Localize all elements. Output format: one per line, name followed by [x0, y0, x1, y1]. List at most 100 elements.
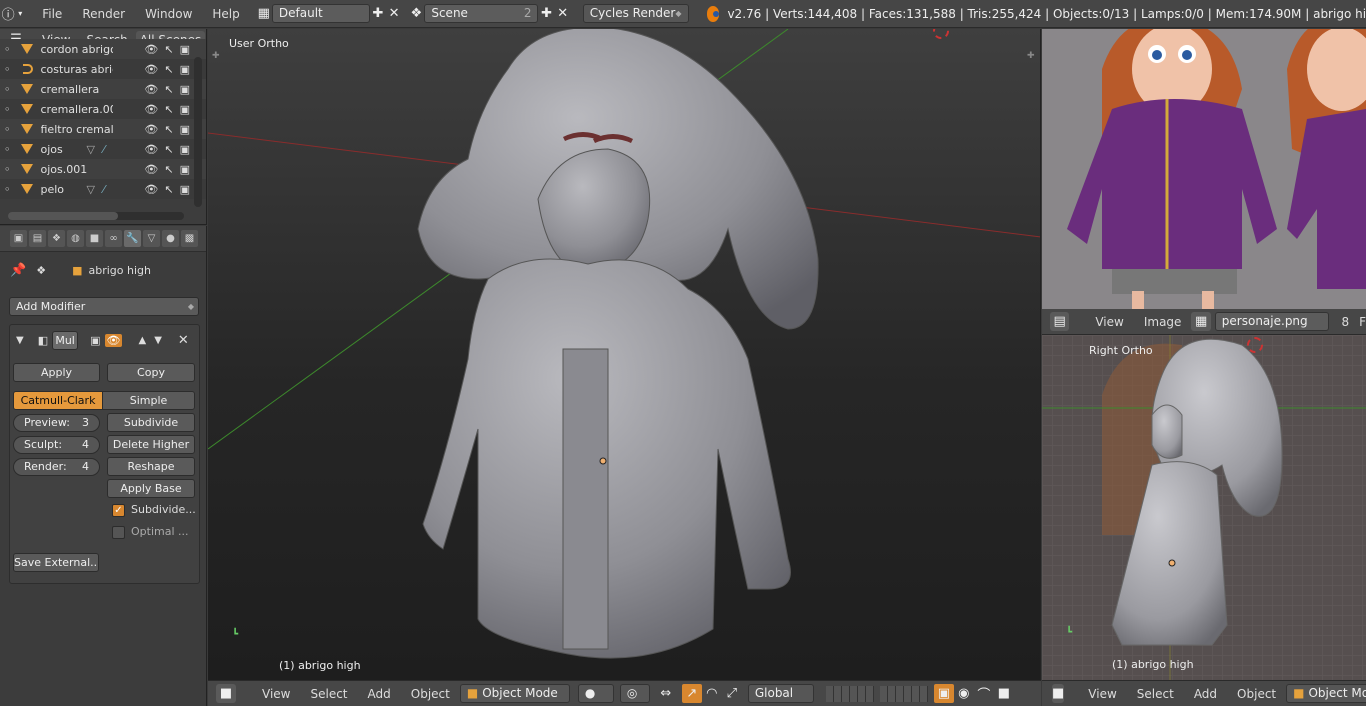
screen-layout-icon[interactable]: ▦	[256, 4, 272, 23]
visibility-icon[interactable]: 👁	[144, 83, 158, 96]
select-arrow-icon[interactable]: ↖	[164, 83, 173, 96]
outliner-row[interactable]: ◦ cremallera.00 👁 ↖ ▣	[0, 99, 206, 119]
layers-grid-icon[interactable]	[825, 685, 874, 702]
outliner-scrollbar-v[interactable]	[194, 57, 202, 207]
reshape-button[interactable]: Reshape	[107, 457, 195, 476]
apply-button[interactable]: Apply	[13, 363, 100, 382]
snap-icon[interactable]: ⌒	[974, 684, 994, 703]
scale-icon[interactable]: ⤢	[722, 684, 742, 703]
layers-grid-icon[interactable]	[879, 685, 928, 702]
save-external-button[interactable]: Save External...	[13, 553, 99, 572]
render-camera-icon[interactable]: ▣	[180, 123, 190, 136]
checkbox-unchecked-icon[interactable]	[112, 525, 125, 539]
right-ortho-viewport[interactable]: Right Ortho (1) abrigo high ┗	[1042, 335, 1366, 680]
outliner-scrollbar-h[interactable]	[8, 212, 184, 220]
visibility-icon[interactable]: 👁	[144, 63, 158, 76]
scene-icon[interactable]: ❖	[408, 4, 424, 23]
image-menu-image[interactable]: Image	[1134, 315, 1192, 329]
render-camera-icon[interactable]: ▣	[180, 83, 190, 96]
snap-element-icon[interactable]: ■	[994, 684, 1014, 703]
render-camera-icon[interactable]: ▣	[180, 43, 190, 56]
outliner-row[interactable]: ◦ fieltro cremall 👁 ↖ ▣	[0, 119, 206, 139]
world-tab-icon[interactable]: ◍	[67, 230, 84, 247]
right-menu-select[interactable]: Select	[1127, 687, 1184, 701]
viewport-menu-add[interactable]: Add	[358, 687, 401, 701]
render-levels-field[interactable]: Render: 4	[13, 458, 100, 476]
fake-user-toggle[interactable]: F	[1359, 315, 1366, 329]
visibility-icon[interactable]: 👁	[144, 163, 158, 176]
render-camera-icon[interactable]: ▣	[180, 163, 190, 176]
apply-base-button[interactable]: Apply Base	[107, 479, 195, 498]
row-toggles[interactable]: 👁 ↖ ▣	[144, 123, 190, 136]
right-menu-object[interactable]: Object	[1227, 687, 1286, 701]
render-camera-icon[interactable]: ▣	[180, 183, 190, 196]
dropdown-icon[interactable]: ▾	[16, 4, 24, 23]
add-layout-icon[interactable]: ✚	[370, 4, 386, 23]
mode-select[interactable]: ■Object Mode	[1286, 684, 1366, 703]
render-region-icon[interactable]: ◉	[954, 684, 974, 703]
row-toggles[interactable]: 👁 ↖ ▣	[144, 103, 190, 116]
remove-modifier-icon[interactable]: ✕	[178, 333, 189, 348]
scene-tab-icon[interactable]: ❖	[48, 230, 65, 247]
checkbox-checked-icon[interactable]: ✓	[112, 503, 125, 517]
render-engine-select[interactable]: Cycles Render ◆	[582, 4, 689, 23]
rotate-icon[interactable]: ◠	[702, 684, 722, 703]
outliner-row[interactable]: ◦ ojos ▽ ⁄ 👁 ↖ ▣	[0, 139, 206, 159]
render-tab-icon[interactable]: ▣	[10, 230, 27, 247]
manipulator-toggle-icon[interactable]: ⇔	[656, 684, 676, 703]
move-down-icon[interactable]: ▼	[154, 335, 162, 346]
image-menu-view[interactable]: View	[1085, 315, 1133, 329]
outliner-row[interactable]: ◦ ojos.001 👁 ↖ ▣	[0, 159, 206, 179]
select-arrow-icon[interactable]: ↖	[164, 103, 173, 116]
select-arrow-icon[interactable]: ↖	[164, 43, 173, 56]
row-toggles[interactable]: 👁 ↖ ▣	[144, 83, 190, 96]
render-layers-tab-icon[interactable]: ▤	[29, 230, 46, 247]
row-toggles[interactable]: 👁 ↖ ▣	[144, 183, 190, 196]
select-arrow-icon[interactable]: ↖	[164, 183, 173, 196]
lock-layer-icon[interactable]: ▣	[933, 684, 954, 703]
orientation-select[interactable]: Global	[747, 684, 814, 703]
object-tab-icon[interactable]: ■	[86, 230, 103, 247]
mode-select[interactable]: ■Object Mode	[459, 684, 570, 703]
texture-tab-icon[interactable]: ▩	[181, 230, 198, 247]
viewport-menu-select[interactable]: Select	[300, 687, 357, 701]
select-arrow-icon[interactable]: ↖	[164, 163, 173, 176]
row-toggles[interactable]: 👁 ↖ ▣	[144, 63, 190, 76]
constraints-tab-icon[interactable]: ∞	[105, 230, 122, 247]
subdivide-uvs-checkbox[interactable]: ✓ Subdivide...	[112, 503, 196, 517]
shading-select[interactable]: ●	[577, 684, 614, 703]
add-modifier-dropdown[interactable]: Add Modifier ◆	[9, 297, 199, 316]
info-editor-icon[interactable]: ⓘ	[0, 4, 16, 23]
visibility-icon[interactable]: 👁	[144, 103, 158, 116]
render-toggle-icon[interactable]: ▣	[90, 334, 100, 347]
image-editor-canvas[interactable]	[1042, 29, 1366, 309]
add-scene-icon[interactable]: ✚	[538, 4, 554, 23]
row-toggles[interactable]: 👁 ↖ ▣	[144, 143, 190, 156]
viewport-menu-object[interactable]: Object	[401, 687, 460, 701]
right-menu-add[interactable]: Add	[1184, 687, 1227, 701]
outliner-row[interactable]: ◦ cremallera 👁 ↖ ▣	[0, 79, 206, 99]
menu-render[interactable]: Render	[72, 7, 135, 21]
select-arrow-icon[interactable]: ↖	[164, 63, 173, 76]
visibility-icon[interactable]: 👁	[144, 43, 158, 56]
preview-levels-field[interactable]: Preview: 3	[13, 414, 100, 432]
scene-field[interactable]: Scene 2	[424, 4, 539, 23]
outliner-row[interactable]: ◦ cordon abrigo 👁 ↖ ▣	[0, 39, 206, 59]
remove-layout-icon[interactable]: ✕	[386, 4, 402, 23]
select-arrow-icon[interactable]: ↖	[164, 123, 173, 136]
right-menu-view[interactable]: View	[1078, 687, 1126, 701]
row-toggles[interactable]: 👁 ↖ ▣	[144, 43, 190, 56]
translate-icon[interactable]: ↗	[681, 684, 702, 703]
optimal-display-checkbox[interactable]: Optimal ...	[112, 525, 189, 539]
select-arrow-icon[interactable]: ↖	[164, 143, 173, 156]
modifier-name-field[interactable]: Mul	[52, 330, 79, 350]
row-toggles[interactable]: 👁 ↖ ▣	[144, 163, 190, 176]
remove-scene-icon[interactable]: ✕	[555, 4, 571, 23]
image-browse-icon[interactable]: ▦	[1191, 312, 1211, 331]
subdivide-button[interactable]: Subdivide	[107, 413, 195, 432]
scrollbar-thumb[interactable]	[8, 212, 118, 220]
delete-higher-button[interactable]: Delete Higher	[107, 435, 195, 454]
visibility-icon[interactable]: 👁	[144, 123, 158, 136]
render-camera-icon[interactable]: ▣	[180, 63, 190, 76]
pivot-select[interactable]: ◎	[619, 684, 650, 703]
